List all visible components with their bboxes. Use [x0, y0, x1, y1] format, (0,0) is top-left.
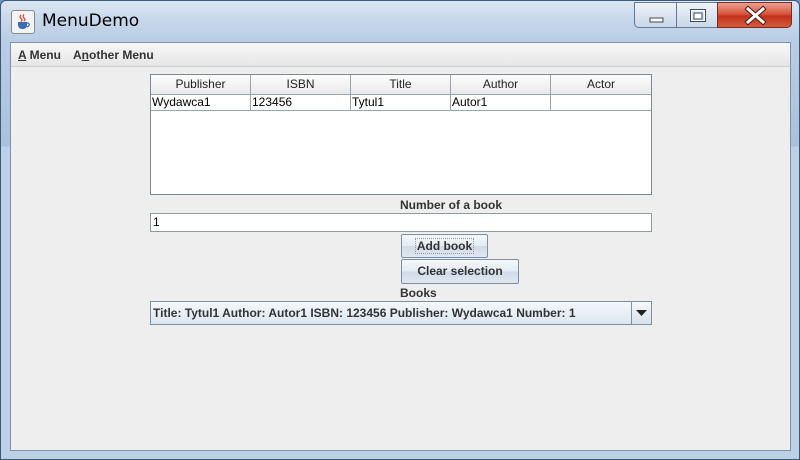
- menu-label: Menu: [26, 48, 61, 62]
- table-row[interactable]: Wydawca1 123456 Tytul1 Autor1: [151, 95, 651, 111]
- cell-title[interactable]: Tytul1: [351, 95, 451, 110]
- add-book-button[interactable]: Add book: [401, 234, 488, 258]
- column-header-actor[interactable]: Actor: [551, 75, 651, 94]
- cell-author[interactable]: Autor1: [451, 95, 551, 110]
- add-book-label: Add book: [414, 238, 475, 254]
- menu-bar: A Menu Another Menu: [11, 43, 790, 67]
- java-coffee-cup-icon[interactable]: [11, 10, 35, 34]
- column-header-title[interactable]: Title: [351, 75, 451, 94]
- content-pane: A Menu Another Menu Publisher ISBN Title…: [10, 42, 791, 451]
- title-bar[interactable]: MenuDemo: [1, 1, 799, 43]
- books-table[interactable]: Publisher ISBN Title Author Actor Wydawc…: [150, 74, 652, 195]
- column-header-publisher[interactable]: Publisher: [151, 75, 251, 94]
- cell-publisher[interactable]: Wydawca1: [151, 95, 251, 110]
- close-icon: [744, 5, 767, 26]
- window-title: MenuDemo: [42, 11, 140, 31]
- menu-label-prefix: A: [73, 48, 82, 62]
- column-header-isbn[interactable]: ISBN: [251, 75, 351, 94]
- minimize-button[interactable]: [634, 2, 677, 28]
- number-input[interactable]: 1: [150, 213, 652, 232]
- cell-actor[interactable]: [551, 95, 651, 110]
- books-combobox[interactable]: Title: Tytul1 Author: Autor1 ISBN: 12345…: [150, 301, 652, 325]
- menu-mnemonic: A: [18, 48, 27, 62]
- cell-isbn[interactable]: 123456: [251, 95, 351, 110]
- books-combobox-value: Title: Tytul1 Author: Autor1 ISBN: 12345…: [153, 306, 576, 320]
- column-header-author[interactable]: Author: [451, 75, 551, 94]
- maximize-icon: [690, 9, 706, 22]
- menu-another-menu[interactable]: Another Menu: [73, 48, 154, 62]
- chevron-down-icon: [636, 310, 647, 316]
- app-window: MenuDemo A Menu Another Menu Publisher I…: [0, 0, 800, 460]
- menu-label: other Menu: [89, 48, 154, 62]
- minimize-icon: [649, 17, 664, 23]
- close-button[interactable]: [717, 2, 792, 28]
- books-label: Books: [400, 286, 437, 300]
- number-label: Number of a book: [400, 198, 503, 212]
- menu-mnemonic: n: [81, 48, 90, 62]
- combobox-dropdown-button[interactable]: [631, 302, 651, 324]
- menu-a-menu[interactable]: A Menu: [18, 48, 61, 62]
- clear-selection-button[interactable]: Clear selection: [401, 259, 519, 284]
- table-header: Publisher ISBN Title Author Actor: [151, 75, 651, 95]
- maximize-button[interactable]: [676, 2, 718, 28]
